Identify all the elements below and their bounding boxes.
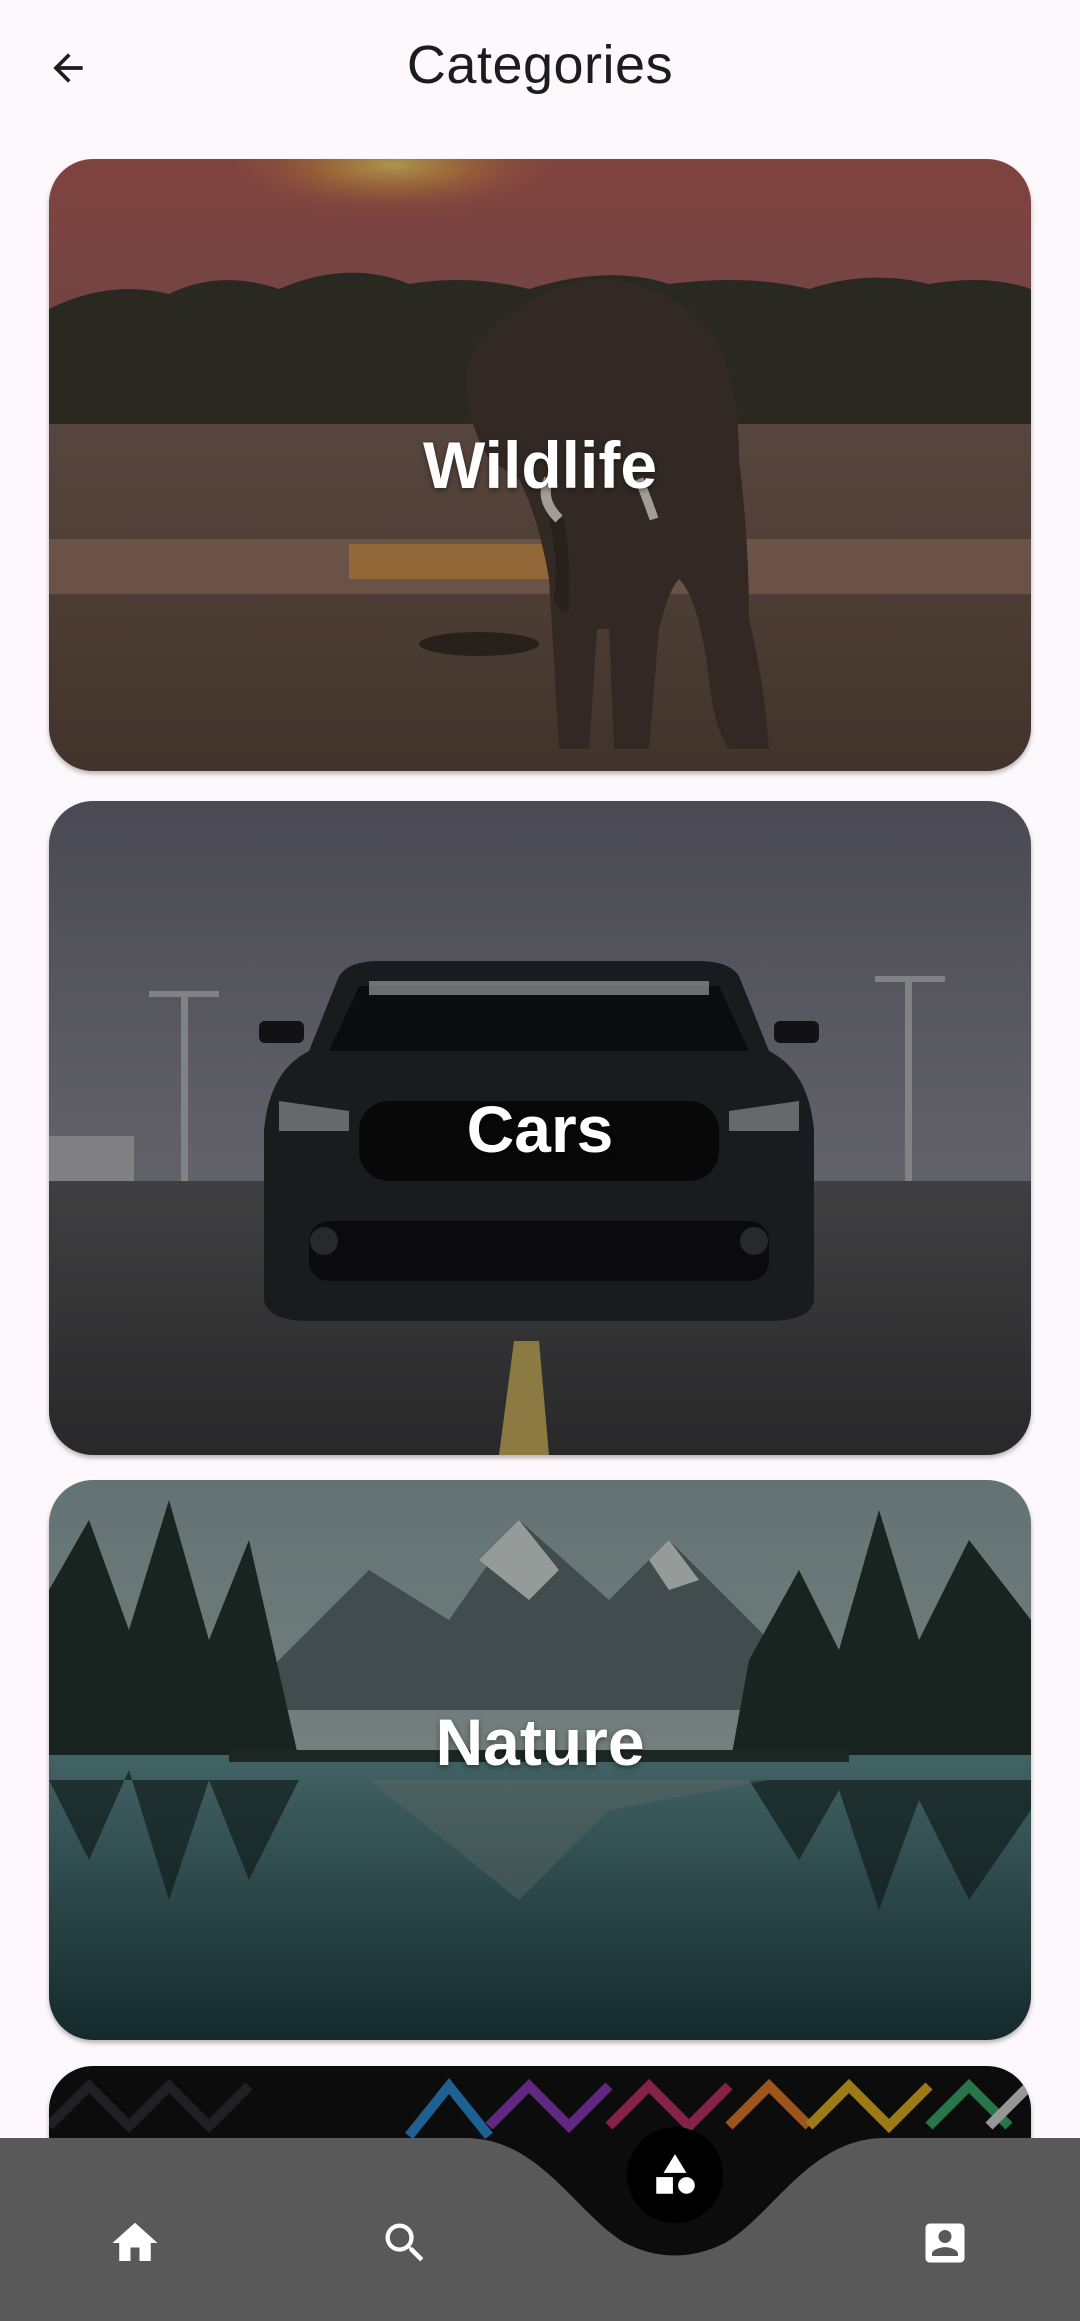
category-card-nature[interactable]: Nature: [49, 1480, 1031, 2040]
search-icon: [385, 2223, 424, 2262]
category-label-nature: Nature: [435, 1705, 645, 1779]
bottom-navigation: [0, 2138, 1080, 2321]
category-label-wildlife: Wildlife: [422, 428, 658, 502]
profile-icon: [925, 2223, 965, 2263]
categories-icon: [656, 2154, 695, 2194]
category-card-wildlife[interactable]: Wildlife: [49, 159, 1031, 771]
category-label-cars: Cars: [466, 1092, 614, 1166]
nav-item-home[interactable]: [90, 2198, 180, 2288]
home-icon: [112, 2222, 158, 2261]
app-screen: Categories Wildlife Cars Nature: [0, 0, 1080, 2321]
nav-item-search[interactable]: [360, 2198, 450, 2288]
nav-item-categories[interactable]: [627, 2127, 723, 2223]
category-card-cars[interactable]: Cars: [49, 801, 1031, 1455]
page-title: Categories: [406, 35, 674, 95]
nav-item-profile[interactable]: [900, 2198, 990, 2288]
top-app-bar: Categories: [0, 0, 1080, 140]
